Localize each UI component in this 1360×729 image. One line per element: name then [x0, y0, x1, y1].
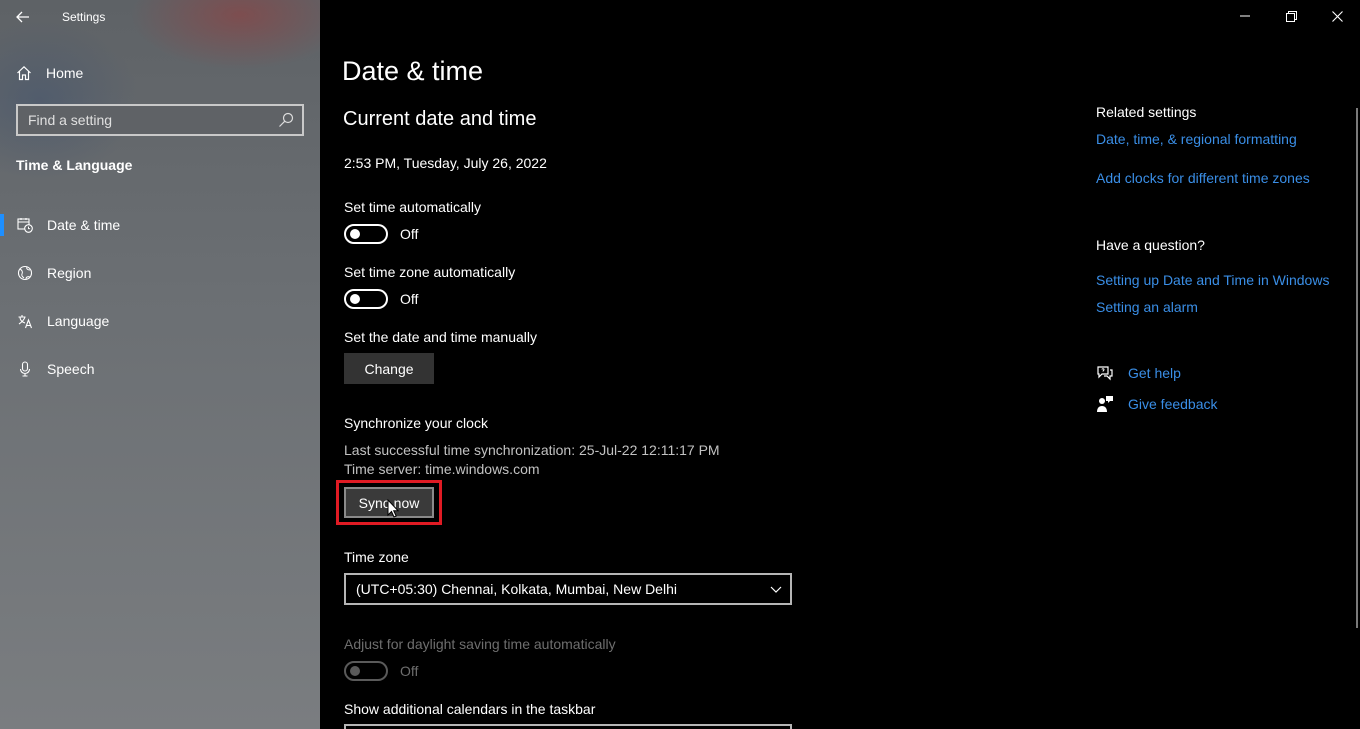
globe-icon [16, 265, 33, 282]
sidebar-item-date-time[interactable]: Date & time [0, 208, 320, 256]
link-setting-alarm[interactable]: Setting an alarm [1096, 299, 1198, 315]
close-button[interactable] [1314, 0, 1360, 32]
chevron-down-icon [770, 586, 782, 593]
sidebar-item-language[interactable]: Language [0, 304, 320, 352]
sidebar-item-speech[interactable]: Speech [0, 352, 320, 400]
set-timezone-auto-toggle[interactable] [344, 289, 388, 309]
scrollbar[interactable] [1356, 108, 1358, 628]
sidebar-item-label: Date & time [47, 217, 121, 233]
search-input[interactable] [18, 106, 302, 134]
back-button[interactable] [10, 6, 36, 28]
sidebar-item-label: Speech [47, 361, 95, 377]
home-icon [17, 65, 31, 81]
restore-icon [1285, 10, 1297, 22]
feedback-icon [1097, 396, 1113, 412]
manual-datetime-label: Set the date and time manually [344, 329, 538, 345]
time-zone-label: Time zone [344, 549, 409, 565]
restore-button[interactable] [1268, 0, 1314, 32]
titlebar-left: Settings [0, 0, 320, 34]
window-controls [1222, 0, 1360, 32]
sidebar-item-region[interactable]: Region [0, 256, 320, 304]
set-time-auto-label: Set time automatically [344, 199, 481, 215]
calendar-clock-icon [16, 217, 33, 234]
close-icon [1331, 10, 1343, 22]
related-settings-heading: Related settings [1096, 104, 1197, 120]
language-icon [16, 313, 33, 330]
sidebar-item-label: Language [47, 313, 110, 329]
time-zone-value: (UTC+05:30) Chennai, Kolkata, Mumbai, Ne… [356, 581, 677, 597]
link-add-clocks[interactable]: Add clocks for different time zones [1096, 170, 1310, 186]
nav-home-label: Home [46, 65, 84, 81]
additional-calendars-select[interactable] [344, 724, 792, 729]
time-zone-select[interactable]: (UTC+05:30) Chennai, Kolkata, Mumbai, Ne… [344, 573, 792, 605]
change-button[interactable]: Change [344, 353, 434, 384]
back-arrow-icon [16, 11, 29, 23]
sidebar: Settings Home Time & Language [0, 0, 320, 729]
current-datetime: 2:53 PM, Tuesday, July 26, 2022 [344, 155, 547, 171]
give-feedback-row[interactable]: Give feedback [1096, 395, 1218, 413]
main-content: Date & time Current date and time 2:53 P… [320, 0, 1360, 729]
app-title: Settings [62, 10, 106, 24]
search-box[interactable] [16, 104, 304, 136]
nav-home[interactable]: Home [16, 62, 83, 84]
page-title: Date & time [342, 56, 484, 86]
link-setting-up-date-time[interactable]: Setting up Date and Time in Windows [1096, 272, 1329, 288]
microphone-icon [16, 361, 33, 378]
minimize-button[interactable] [1222, 0, 1268, 32]
toggle-state: Off [400, 226, 419, 242]
question-heading: Have a question? [1096, 237, 1205, 253]
minimize-icon [1240, 15, 1250, 17]
set-time-auto-row: Off [344, 224, 418, 244]
set-time-auto-toggle[interactable] [344, 224, 388, 244]
mouse-cursor-icon [387, 499, 399, 518]
section-label: Time & Language [16, 157, 133, 173]
set-timezone-auto-label: Set time zone automatically [344, 264, 516, 280]
daylight-saving-label: Adjust for daylight saving time automati… [344, 636, 616, 652]
sidebar-item-label: Region [47, 265, 92, 281]
additional-calendars-label: Show additional calendars in the taskbar [344, 701, 596, 717]
section-title: Current date and time [343, 108, 537, 130]
search-icon[interactable] [278, 112, 294, 133]
give-feedback-link[interactable]: Give feedback [1128, 396, 1218, 412]
last-sync-text: Last successful time synchronization: 25… [344, 442, 720, 458]
get-help-icon [1097, 366, 1113, 381]
daylight-saving-toggle[interactable] [344, 661, 388, 681]
toggle-state: Off [400, 291, 419, 307]
nav-list: Date & time Region Language Speech [0, 208, 320, 400]
daylight-saving-row: Off [344, 661, 418, 681]
toggle-state: Off [400, 663, 419, 679]
link-regional-formatting[interactable]: Date, time, & regional formatting [1096, 131, 1297, 147]
get-help-row[interactable]: Get help [1096, 364, 1181, 382]
sync-clock-label: Synchronize your clock [344, 415, 488, 431]
get-help-link[interactable]: Get help [1128, 365, 1181, 381]
time-server-text: Time server: time.windows.com [344, 461, 540, 477]
set-timezone-auto-row: Off [344, 289, 418, 309]
